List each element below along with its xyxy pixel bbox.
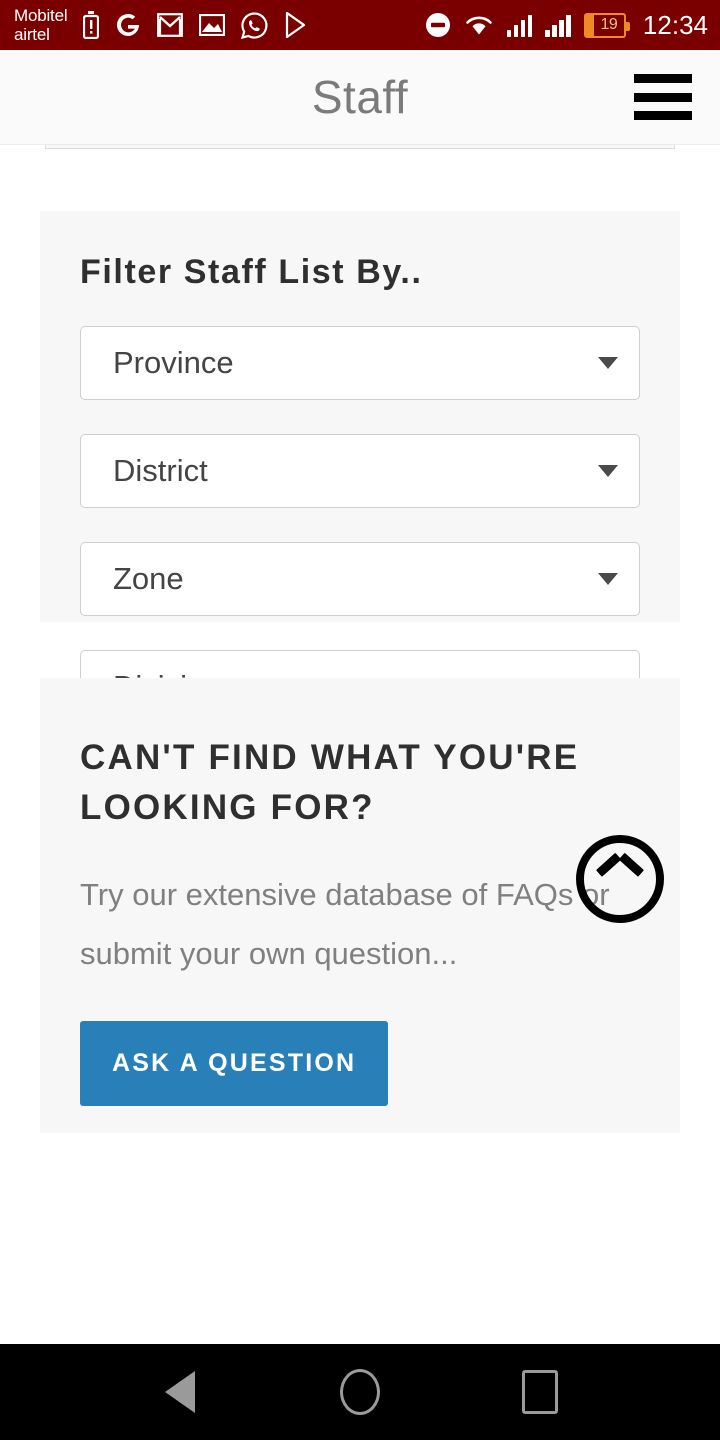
app-header: Staff xyxy=(0,50,720,145)
chevron-down-icon xyxy=(598,573,618,585)
carrier-label: Mobitel airtel xyxy=(14,6,68,44)
battery-percent-label: 19 xyxy=(600,16,618,33)
page-title: Staff xyxy=(311,71,409,123)
faq-card-heading: CAN'T FIND WHAT YOU'RE LOOKING FOR? xyxy=(80,738,580,827)
status-bar-clock: 12:34 xyxy=(642,9,708,40)
status-bar-notification-icons xyxy=(83,11,308,39)
nav-recents-button[interactable] xyxy=(500,1352,580,1432)
previous-card-edge xyxy=(45,145,675,149)
signal-sim2-icon xyxy=(545,13,571,37)
ask-a-question-button[interactable]: ASK A QUESTION xyxy=(80,1021,389,1106)
square-icon xyxy=(522,1370,558,1414)
do-not-disturb-icon xyxy=(425,12,451,38)
chevron-up-icon xyxy=(602,869,638,889)
gallery-icon xyxy=(199,14,226,36)
zone-select-wrap: Zone xyxy=(80,542,640,616)
status-bar-system-icons: 19 12:34 xyxy=(425,10,708,41)
select-province-label: Province xyxy=(113,345,234,380)
google-icon xyxy=(115,12,141,38)
select-province[interactable]: Province xyxy=(80,326,640,400)
select-district[interactable]: District xyxy=(80,434,640,508)
triangle-left-icon xyxy=(165,1371,195,1413)
android-navigation-bar xyxy=(0,1344,720,1440)
filter-staff-card: Filter Staff List By.. Province District… xyxy=(40,211,680,724)
signal-sim1-icon xyxy=(506,13,533,37)
battery-icon: 19 xyxy=(583,12,630,38)
chevron-down-icon xyxy=(598,465,618,477)
nav-home-button[interactable] xyxy=(320,1352,400,1432)
faq-card-body: Try our extensive database of FAQs or su… xyxy=(80,877,610,971)
hamburger-bar xyxy=(634,74,692,83)
page-content[interactable]: Filter Staff List By.. Province District… xyxy=(0,145,720,1344)
play-store-icon xyxy=(284,12,308,38)
wifi-icon xyxy=(464,13,494,37)
whatsapp-icon xyxy=(241,11,268,39)
hamburger-bar xyxy=(634,92,692,102)
province-select-wrap: Province xyxy=(80,326,640,400)
district-select-wrap: District xyxy=(80,434,640,508)
nav-back-button[interactable] xyxy=(140,1352,220,1432)
status-bar: Mobitel airtel 19 12:34 xyxy=(0,0,720,50)
select-zone-label: Zone xyxy=(113,561,184,596)
hamburger-bar xyxy=(634,111,692,120)
chevron-down-icon xyxy=(598,357,618,369)
circle-icon xyxy=(340,1369,380,1415)
battery-alert-icon xyxy=(83,11,100,39)
scroll-to-top-button[interactable] xyxy=(576,835,664,923)
battery-fill xyxy=(585,14,594,36)
hamburger-menu-icon[interactable] xyxy=(634,74,692,120)
gmail-icon xyxy=(157,13,184,37)
select-district-label: District xyxy=(113,453,208,488)
select-zone[interactable]: Zone xyxy=(80,542,640,616)
filter-card-title: Filter Staff List By.. xyxy=(80,253,423,291)
phone-screen: Mobitel airtel 19 12:34 Staff Filter Sta… xyxy=(0,0,720,1440)
